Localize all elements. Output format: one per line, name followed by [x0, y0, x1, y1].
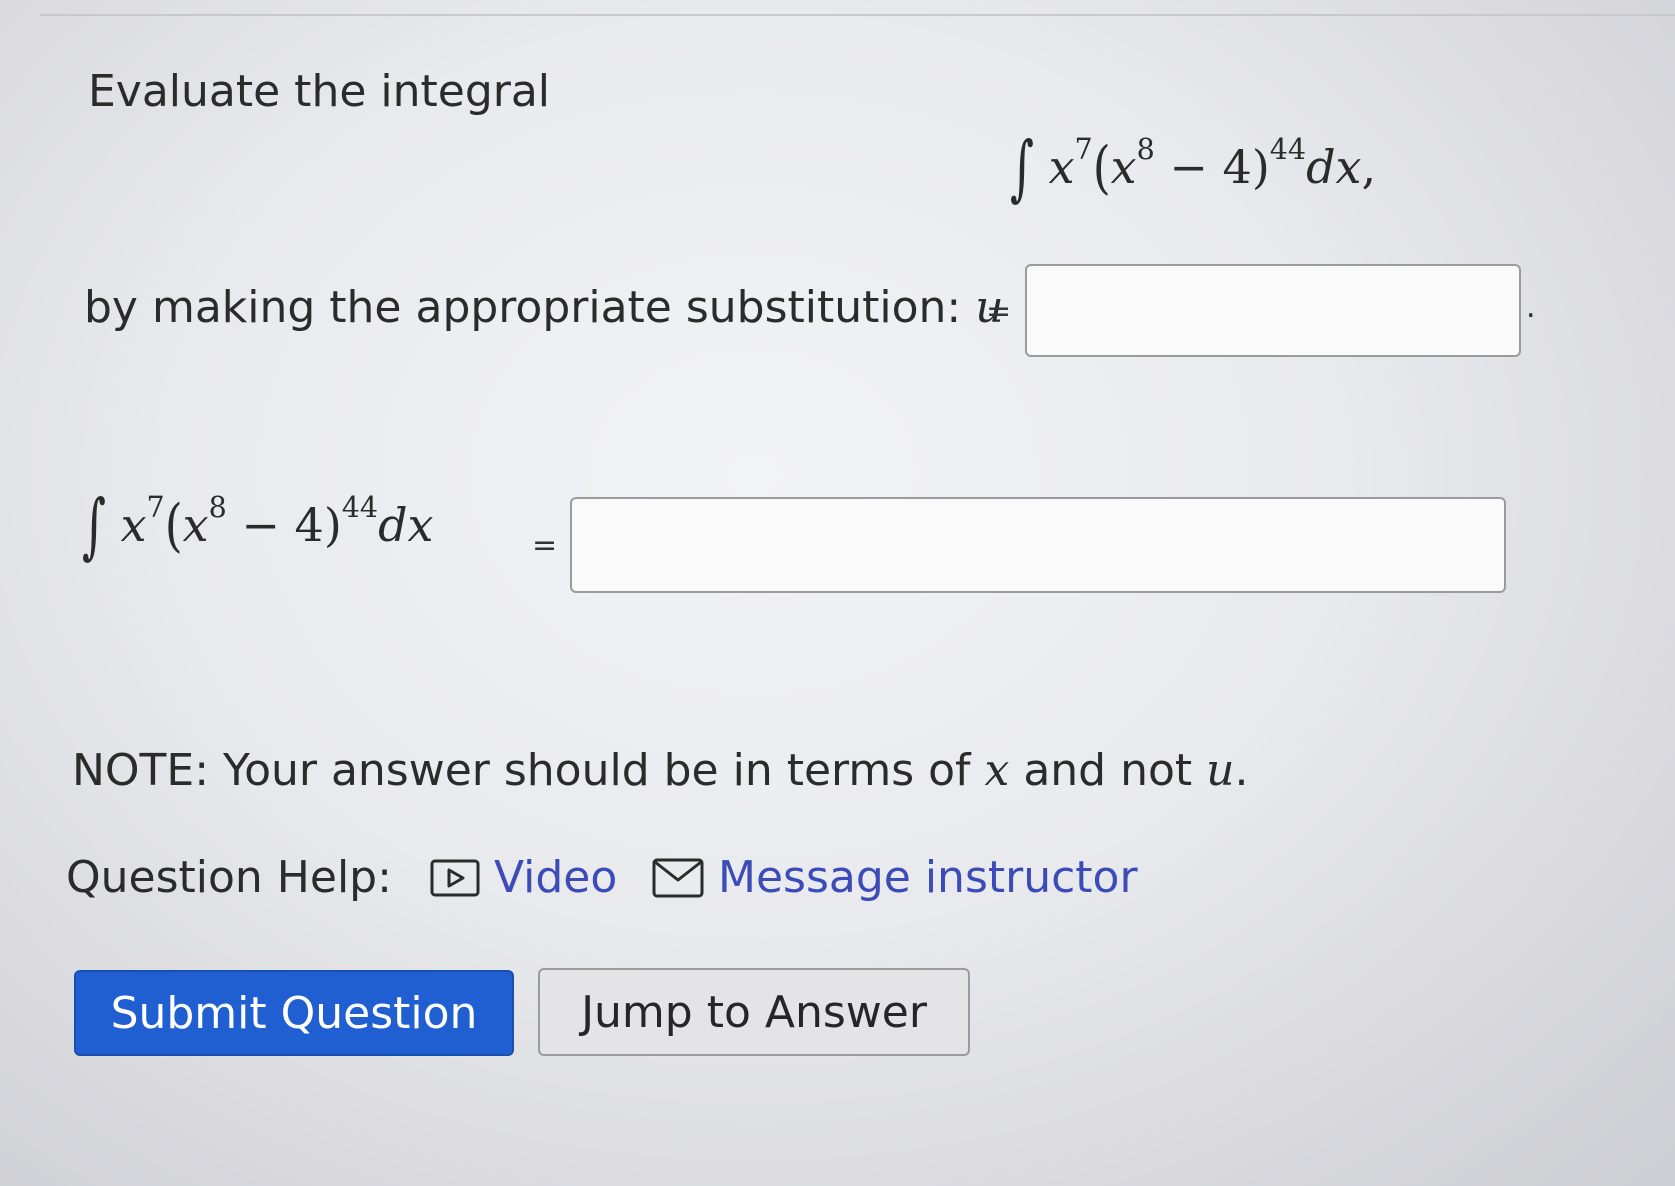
message-instructor-label[interactable]: Message instructor: [718, 852, 1138, 903]
jump-to-answer-button[interactable]: Jump to Answer: [538, 968, 970, 1056]
submit-question-button[interactable]: Submit Question: [74, 970, 514, 1056]
trailing-comma: ,: [1361, 140, 1377, 194]
inner-rest: − 4): [241, 498, 342, 552]
integral-answer-lhs: ∫ x7(x8 − 4)44dx: [82, 483, 434, 567]
question-help-label: Question Help:: [66, 852, 392, 903]
integral-sign: ∫: [82, 483, 106, 567]
question-intro: Evaluate the integral: [88, 66, 551, 117]
note-x-var: x: [984, 745, 1010, 796]
integrand-var: x: [1048, 140, 1075, 194]
power-exponent: 44: [1269, 132, 1307, 166]
outer-exponent: 7: [146, 490, 165, 524]
inner-exponent: 8: [208, 490, 227, 524]
integral-answer-input[interactable]: [570, 497, 1506, 593]
inner-exponent: 8: [1136, 132, 1155, 166]
substitution-u-input[interactable]: [1025, 264, 1521, 357]
note-u-var: u: [1206, 745, 1235, 796]
video-link-label[interactable]: Video: [494, 852, 617, 903]
message-instructor-link[interactable]: Message instructor: [652, 852, 1138, 903]
envelope-icon: [652, 858, 704, 898]
substitution-text: by making the appropriate substitution: …: [84, 282, 1004, 333]
u-equals-sign: =: [986, 294, 1012, 329]
answer-equals-sign: =: [532, 528, 558, 563]
note-mid: and not: [1009, 745, 1207, 796]
outer-exponent: 7: [1074, 132, 1093, 166]
inner-rest: − 4): [1169, 140, 1270, 194]
note-prefix: NOTE: Your answer should be in terms of: [72, 745, 985, 796]
power-exponent: 44: [341, 490, 379, 524]
video-link[interactable]: Video: [430, 852, 617, 903]
differential: dx: [378, 498, 434, 552]
inner-var: x: [182, 498, 209, 552]
jump-to-answer-label: Jump to Answer: [581, 986, 927, 1038]
note-suffix: .: [1234, 745, 1249, 796]
top-divider: [40, 14, 1675, 16]
integral-sign: ∫: [1010, 125, 1034, 209]
note-text: NOTE: Your answer should be in terms of …: [72, 745, 1248, 796]
inner-var: x: [1110, 140, 1137, 194]
submit-question-label: Submit Question: [110, 987, 478, 1039]
integrand-var: x: [120, 498, 147, 552]
substitution-period: .: [1526, 290, 1536, 325]
integral-display: ∫ x7(x8 − 4)44dx,: [1010, 125, 1377, 209]
differential: dx: [1306, 140, 1362, 194]
video-play-icon: [430, 859, 480, 897]
substitution-label: by making the appropriate substitution:: [84, 282, 976, 333]
